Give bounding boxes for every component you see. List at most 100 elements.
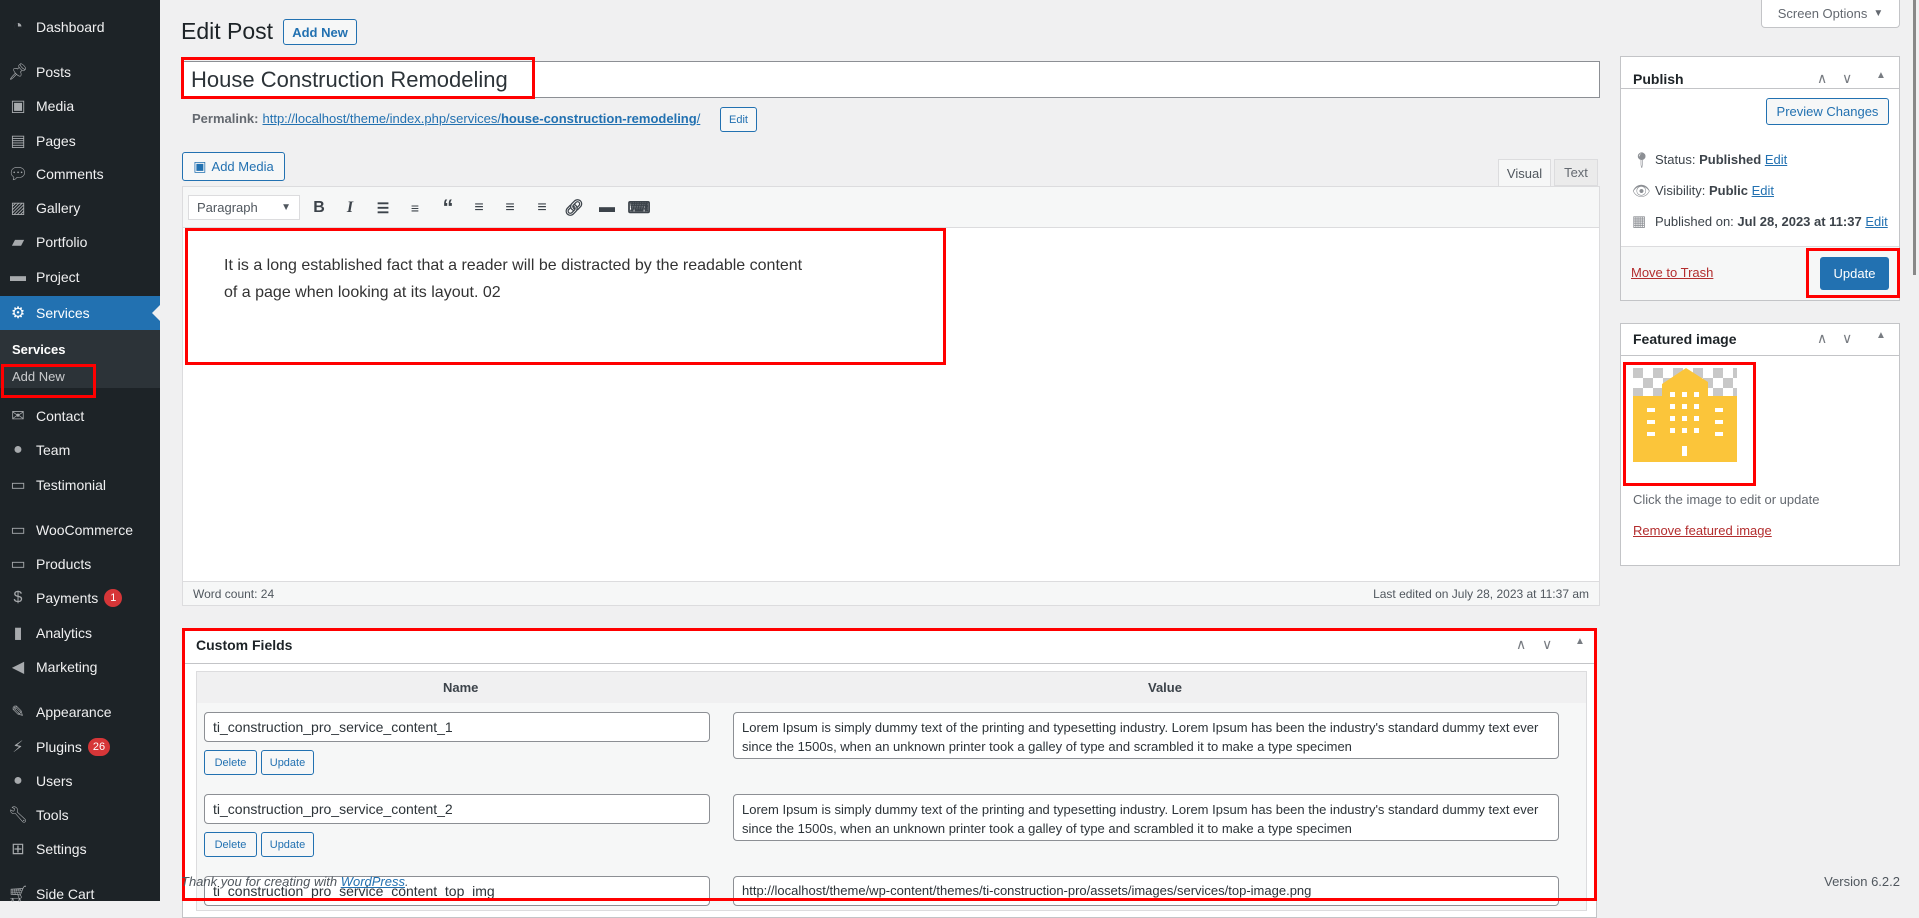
sidebar-item-users[interactable]: ● Users [0, 764, 160, 798]
person-icon: ● [13, 441, 23, 458]
sidebar-item-plugins[interactable]: ⚡︎ Plugins 26 [0, 730, 160, 764]
users-icon: ● [13, 772, 23, 789]
sidebar-item-project[interactable]: ▬ Project [0, 260, 160, 294]
sidebar-item-gallery[interactable]: ▨ Gallery [0, 191, 160, 225]
sidebar-item-team[interactable]: ● Team [0, 433, 160, 467]
post-title-input[interactable]: House Construction Remodeling [181, 61, 1600, 98]
custom-field-name-input[interactable]: ti_construction_pro_service_content_1 [204, 712, 710, 742]
sidebar-item-woocommerce[interactable]: ▭ WooCommerce [0, 513, 160, 547]
featured-image-thumbnail[interactable] [1633, 368, 1737, 462]
sidebar-item-label: Portfolio [36, 234, 88, 250]
sidebar-item-label: Products [36, 556, 92, 572]
sidebar-item-products[interactable]: ▭ Products [0, 547, 160, 581]
wrench-icon: 🔧︎ [7, 807, 29, 824]
bold-icon[interactable]: B [306, 196, 332, 220]
collapse-icon[interactable]: ▲ [1876, 330, 1886, 341]
screen-options-button[interactable]: Screen Options ▼ [1761, 0, 1900, 28]
delete-button[interactable]: Delete [204, 832, 257, 857]
edit-status-link[interactable]: Edit [1765, 152, 1787, 167]
update-field-button[interactable]: Update [261, 832, 314, 857]
move-up-icon[interactable]: ∧ [1516, 636, 1526, 653]
remove-featured-image-link[interactable]: Remove featured image [1633, 523, 1772, 538]
submenu-services[interactable]: Services [12, 342, 66, 357]
pin-icon: 📌︎ [7, 64, 29, 81]
add-media-button[interactable]: ▣ Add Media [182, 152, 285, 181]
sidebar-item-appearance[interactable]: ✎ Appearance [0, 695, 160, 729]
link-icon[interactable]: 🔗︎ [561, 196, 587, 220]
align-right-icon[interactable]: ≡ [529, 196, 555, 220]
permalink-edit-button[interactable]: Edit [720, 107, 757, 132]
move-down-icon[interactable]: ∨ [1542, 636, 1552, 653]
permalink-link[interactable]: http://localhost/theme/index.php/service… [262, 111, 700, 126]
editor-content[interactable]: It is a long established fact that a rea… [224, 252, 802, 306]
move-up-icon[interactable]: ∧ [1817, 70, 1827, 87]
sidebar-item-label: Contact [36, 408, 85, 424]
collapse-icon[interactable]: ▲ [1876, 70, 1886, 81]
toolbar-toggle-icon[interactable]: ⌨︎ [626, 196, 652, 220]
numbered-list-icon[interactable]: ≡ [402, 196, 428, 220]
testimonial-icon: ▭ [10, 477, 26, 494]
permalink-label: Permalink: [192, 111, 259, 126]
custom-field-name-input[interactable]: ti_construction_pro_service_content_2 [204, 794, 710, 824]
screen-options-label: Screen Options [1777, 6, 1868, 21]
page-scrollbar[interactable] [1913, 0, 1916, 275]
submenu-add-new[interactable]: Add New [12, 369, 65, 384]
collapse-icon[interactable]: ▲ [1575, 636, 1585, 647]
move-up-icon[interactable]: ∧ [1817, 330, 1827, 347]
sidebar-item-tools[interactable]: 🔧︎ Tools [0, 798, 160, 832]
move-to-trash-link[interactable]: Move to Trash [1631, 265, 1713, 280]
custom-field-value-textarea[interactable]: Lorem Ipsum is simply dummy text of the … [733, 712, 1559, 759]
align-left-icon[interactable]: ≡ [466, 196, 492, 220]
last-edited: Last edited on July 28, 2023 at 11:37 am [1373, 587, 1589, 601]
custom-field-value-textarea[interactable]: Lorem Ipsum is simply dummy text of the … [733, 794, 1559, 841]
wordpress-link[interactable]: WordPress [341, 874, 405, 889]
move-down-icon[interactable]: ∨ [1842, 70, 1852, 87]
update-button[interactable]: Update [1820, 257, 1889, 290]
sidebar-item-analytics[interactable]: ▮ Analytics [0, 616, 160, 650]
sidebar-item-label: Testimonial [36, 477, 107, 493]
italic-icon[interactable]: I [337, 196, 363, 220]
editor-frame [182, 186, 1600, 606]
custom-field-value-textarea[interactable]: http://localhost/theme/wp-content/themes… [733, 876, 1559, 906]
word-count: Word count: 24 [193, 587, 275, 601]
publish-title: Publish [1633, 71, 1684, 87]
sidebar-item-media[interactable]: ▣ Media [0, 89, 160, 123]
edit-visibility-link[interactable]: Edit [1752, 183, 1774, 198]
update-field-button[interactable]: Update [261, 750, 314, 775]
sidebar-item-testimonial[interactable]: ▭ Testimonial [0, 468, 160, 502]
read-more-icon[interactable]: ▬ [594, 196, 620, 220]
add-media-label: Add Media [211, 159, 274, 174]
bullet-list-icon[interactable]: ☰ [370, 196, 396, 220]
sidebar-item-pages[interactable]: ▤ Pages [0, 124, 160, 158]
settings-icon: ⊞ [11, 841, 25, 858]
sidebar-item-services[interactable]: ⚙ Services [0, 296, 160, 330]
sidebar-item-label: Dashboard [36, 19, 105, 35]
sidebar-item-posts[interactable]: 📌︎ Posts [0, 55, 160, 89]
sidebar-item-label: Payments [36, 590, 99, 606]
move-down-icon[interactable]: ∨ [1842, 330, 1852, 347]
preview-changes-button[interactable]: Preview Changes [1766, 98, 1889, 125]
edit-date-link[interactable]: Edit [1865, 214, 1887, 229]
eye-icon: 👁︎ [1632, 183, 1652, 200]
sidebar-item-marketing[interactable]: ◀ Marketing [0, 650, 160, 684]
delete-button[interactable]: Delete [204, 750, 257, 775]
sidebar-item-settings[interactable]: ⊞ Settings [0, 832, 160, 866]
blockquote-icon[interactable]: “ [435, 195, 461, 220]
sidebar-item-portfolio[interactable]: ▰ Portfolio [0, 225, 160, 259]
add-new-button[interactable]: Add New [283, 19, 357, 45]
count-badge: 1 [104, 589, 123, 607]
sidebar-item-side-cart[interactable]: 🛒︎ Side Cart [0, 877, 160, 911]
align-center-icon[interactable]: ≡ [497, 196, 523, 220]
sidebar-item-payments[interactable]: $ Payments 1 [0, 581, 160, 615]
services-submenu: Services Add New [0, 330, 160, 388]
media-icon: ▣ [193, 158, 207, 174]
tab-visual[interactable]: Visual [1498, 159, 1551, 187]
sidebar-item-label: Side Cart [36, 886, 95, 902]
sidebar-item-contact[interactable]: ✉ Contact [0, 399, 160, 433]
tab-text[interactable]: Text [1554, 159, 1598, 186]
sidebar-item-dashboard[interactable]: ◔ Dashboard [0, 10, 160, 44]
status-row: Status: Published Edit [1655, 152, 1788, 167]
format-select[interactable]: Paragraph ▼ [188, 195, 300, 220]
featured-image-title: Featured image [1633, 331, 1737, 347]
sidebar-item-comments[interactable]: 💬︎ Comments [0, 157, 160, 191]
